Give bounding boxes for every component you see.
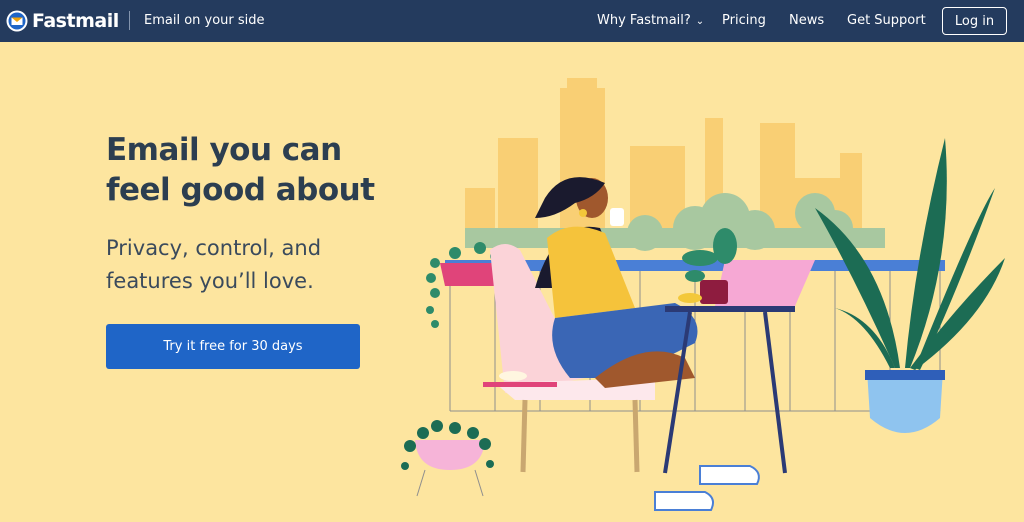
brand-logo[interactable]: Fastmail <box>6 9 119 33</box>
nav-get-support[interactable]: Get Support <box>847 13 926 28</box>
hero-subtitle-line-2: features you’ll love. <box>106 269 314 293</box>
chevron-down-icon: ⌄ <box>695 16 705 27</box>
brand-divider <box>129 11 130 30</box>
top-nav: Fastmail Email on your side Why Fastmail… <box>0 0 1024 42</box>
nav-pricing[interactable]: Pricing <box>722 13 766 28</box>
side-table <box>483 382 557 387</box>
nav-why-fastmail[interactable]: Why Fastmail? ⌄ <box>597 13 704 28</box>
nav-why-fastmail-label: Why Fastmail? <box>597 13 691 28</box>
fastmail-envelope-icon <box>6 10 28 32</box>
hero-subtitle: Privacy, control, and features you’ll lo… <box>106 232 426 298</box>
free-trial-button[interactable]: Try it free for 30 days <box>106 324 360 369</box>
brand-tagline: Email on your side <box>144 13 265 28</box>
hero-subtitle-line-1: Privacy, control, and <box>106 236 322 260</box>
desk-plant-pot <box>700 280 728 304</box>
floor-planter <box>401 420 494 497</box>
laptop <box>715 260 815 306</box>
hero-illustration <box>401 78 1005 511</box>
nav-news[interactable]: News <box>789 13 824 28</box>
login-button[interactable]: Log in <box>942 7 1007 35</box>
sneakers <box>654 465 760 511</box>
brand-name: Fastmail <box>32 10 119 32</box>
